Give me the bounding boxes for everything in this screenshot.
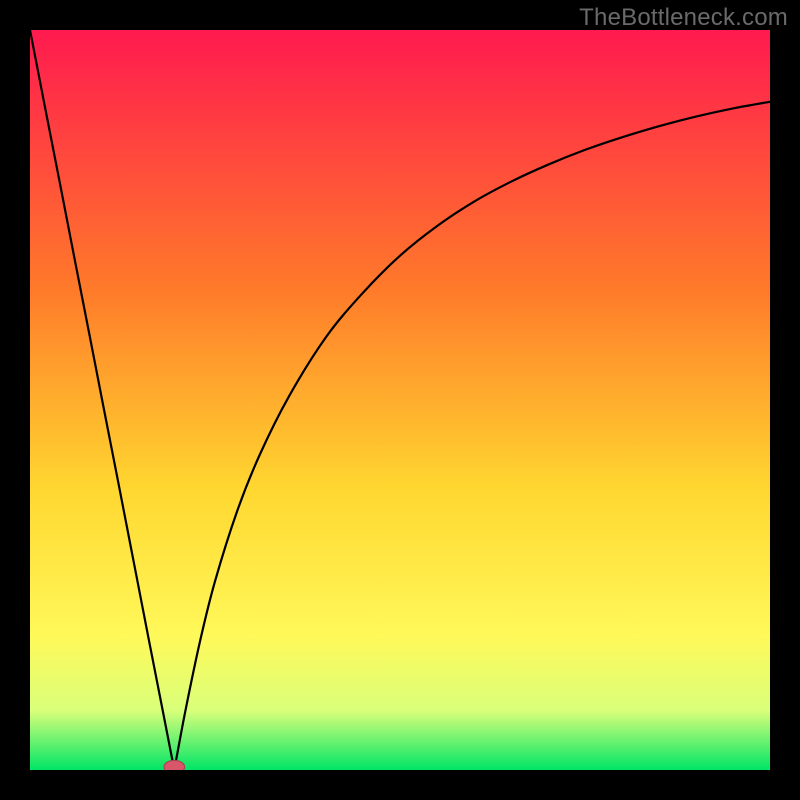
gradient-background (30, 30, 770, 770)
optimal-marker (164, 760, 185, 770)
chart-frame: TheBottleneck.com (0, 0, 800, 800)
bottleneck-plot (30, 30, 770, 770)
plot-area (30, 30, 770, 770)
watermark-text: TheBottleneck.com (579, 4, 788, 32)
